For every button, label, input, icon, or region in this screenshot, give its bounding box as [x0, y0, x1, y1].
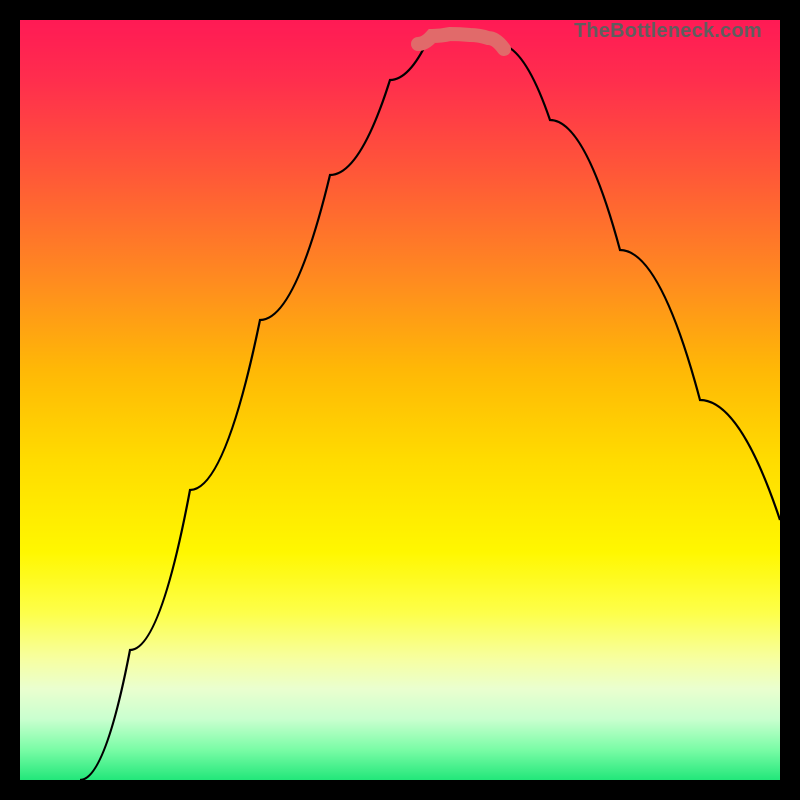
bottleneck-curve [80, 35, 780, 780]
plot-area: TheBottleneck.com [20, 20, 780, 780]
trough-marker [418, 34, 504, 49]
canvas: TheBottleneck.com [0, 0, 800, 800]
watermark-text: TheBottleneck.com [574, 20, 762, 43]
chart-svg [20, 20, 780, 780]
